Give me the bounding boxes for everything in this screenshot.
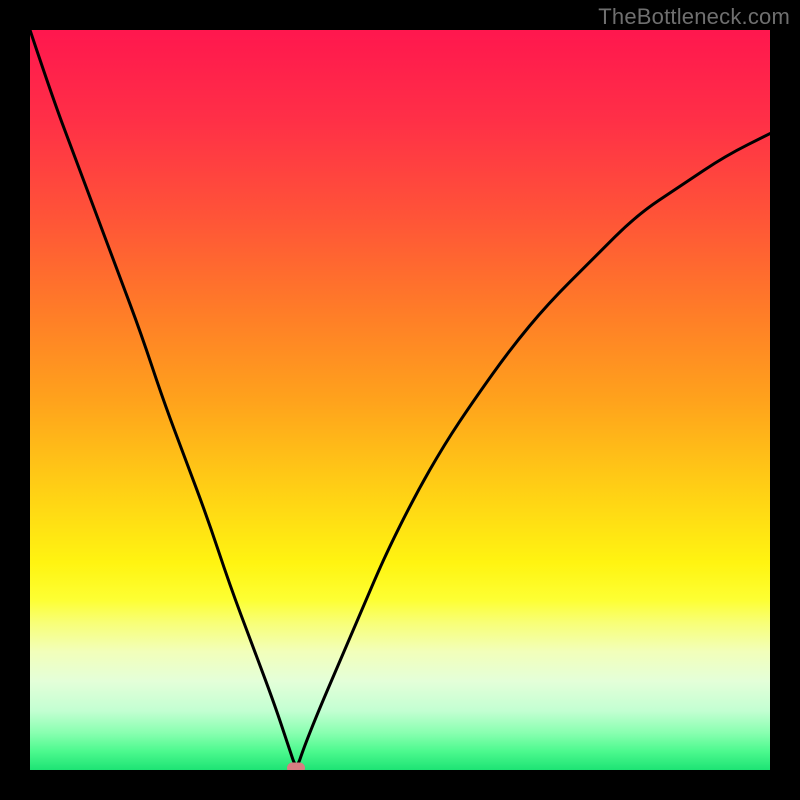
watermark-text: TheBottleneck.com xyxy=(598,4,790,30)
curve-layer xyxy=(30,30,770,770)
outer-frame: TheBottleneck.com xyxy=(0,0,800,800)
bottleneck-curve xyxy=(30,30,770,764)
optimum-marker xyxy=(287,763,305,771)
plot-area xyxy=(30,30,770,770)
